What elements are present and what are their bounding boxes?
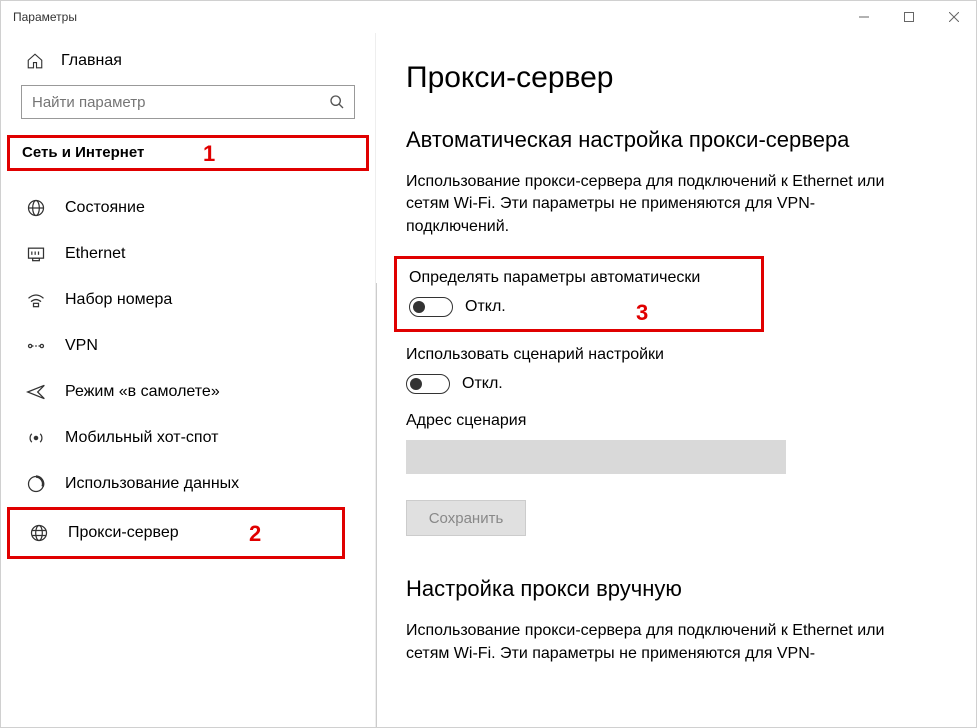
sidebar-item-datausage[interactable]: Использование данных [1, 461, 375, 507]
ethernet-icon [25, 243, 47, 265]
search-icon [320, 86, 354, 118]
sidebar-item-label: Прокси-сервер [68, 524, 179, 542]
sidebar-item-label: Режим «в самолете» [65, 383, 220, 401]
sidebar-item-vpn[interactable]: VPN [1, 323, 375, 369]
auto-section-desc: Использование прокси-сервера для подключ… [406, 171, 906, 238]
home-nav[interactable]: Главная [1, 43, 375, 85]
auto-detect-label: Определять параметры автоматически [409, 269, 749, 287]
manual-section-desc: Использование прокси-сервера для подключ… [406, 620, 906, 665]
auto-detect-toggle[interactable] [409, 297, 453, 317]
home-label: Главная [61, 52, 122, 70]
minimize-button[interactable] [841, 1, 886, 33]
content: Прокси-сервер Автоматическая настройка п… [376, 33, 976, 727]
window-title: Параметры [13, 10, 77, 24]
sidebar-item-airplane[interactable]: Режим «в самолете» [1, 369, 375, 415]
sidebar-item-proxy[interactable]: Прокси-сервер [10, 510, 342, 556]
use-script-label: Использовать сценарий настройки [406, 346, 946, 364]
page-title: Прокси-сервер [406, 61, 946, 95]
sidebar-item-status[interactable]: Состояние [1, 185, 375, 231]
vpn-icon [25, 335, 47, 357]
annotation-number-2: 2 [249, 521, 261, 547]
use-script-state: Откл. [462, 375, 503, 393]
annotation-number-3: 3 [636, 300, 648, 326]
home-icon [25, 51, 45, 71]
script-address-label: Адрес сценария [406, 412, 946, 430]
search-input[interactable] [22, 94, 320, 111]
annotation-number-1: 1 [203, 141, 215, 167]
use-script-toggle[interactable] [406, 374, 450, 394]
auto-section-title: Автоматическая настройка прокси-сервера [406, 127, 946, 153]
close-button[interactable] [931, 1, 976, 33]
globe-icon [25, 197, 47, 219]
maximize-button[interactable] [886, 1, 931, 33]
sidebar-items: Состояние Ethernet Набор номера VPN Режи… [1, 181, 375, 559]
manual-section-title: Настройка прокси вручную [406, 576, 946, 602]
proxy-icon [28, 522, 50, 544]
sidebar-item-label: Состояние [65, 199, 145, 217]
sidebar-item-label: VPN [65, 337, 98, 355]
settings-window: Параметры Главная [0, 0, 977, 728]
save-button-label: Сохранить [429, 510, 504, 527]
sidebar-item-ethernet[interactable]: Ethernet [1, 231, 375, 277]
save-button[interactable]: Сохранить [406, 500, 526, 536]
window-body: Главная Сеть и Интернет 1 [1, 33, 976, 727]
annotation-box-2: Прокси-сервер [7, 507, 345, 559]
sidebar-item-label: Набор номера [65, 291, 172, 309]
script-address-input[interactable] [406, 440, 786, 474]
sidebar-item-label: Мобильный хот-спот [65, 429, 218, 447]
search-wrap [1, 85, 375, 135]
annotation-box-3: Определять параметры автоматически Откл. [394, 256, 764, 332]
auto-detect-state: Откл. [465, 298, 506, 316]
hotspot-icon [25, 427, 47, 449]
sidebar-item-label: Использование данных [65, 475, 239, 493]
titlebar: Параметры [1, 1, 976, 33]
airplane-icon [25, 381, 47, 403]
auto-detect-toggle-row: Откл. [409, 297, 749, 317]
annotation-box-1: Сеть и Интернет [7, 135, 369, 171]
dialup-icon [25, 289, 47, 311]
sidebar-item-label: Ethernet [65, 245, 125, 263]
use-script-toggle-row: Откл. [406, 374, 946, 394]
datausage-icon [25, 473, 47, 495]
search-box[interactable] [21, 85, 355, 119]
category-header: Сеть и Интернет [22, 144, 144, 161]
sidebar-item-hotspot[interactable]: Мобильный хот-спот [1, 415, 375, 461]
sidebar-item-dialup[interactable]: Набор номера [1, 277, 375, 323]
titlebar-buttons [841, 1, 976, 33]
sidebar: Главная Сеть и Интернет 1 [1, 33, 376, 727]
